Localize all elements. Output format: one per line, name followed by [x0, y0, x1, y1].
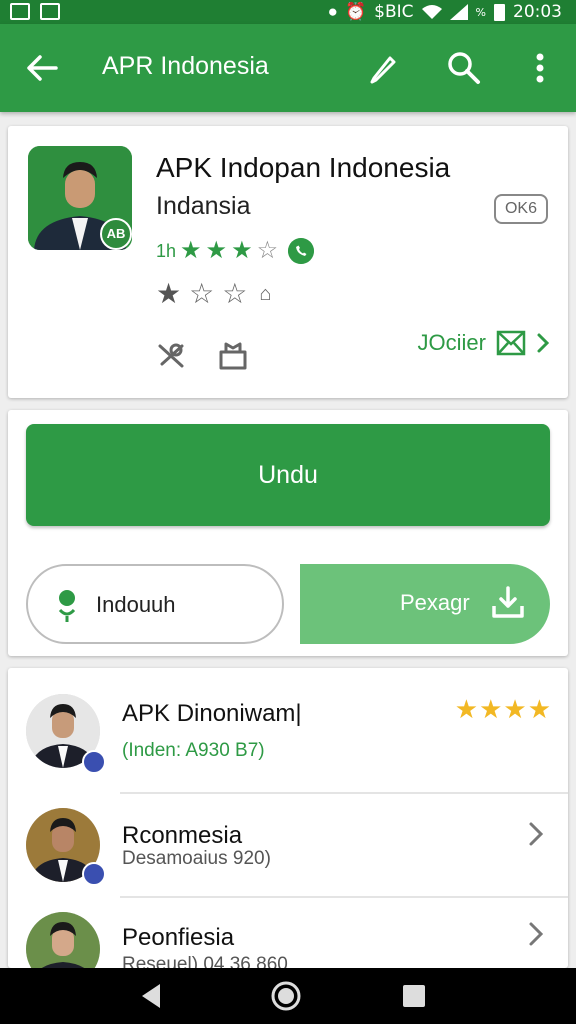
install-button[interactable]: Undu	[26, 424, 550, 526]
app-info-card: AB APK Indopan Indonesia Indansia OK6 1h…	[8, 126, 568, 398]
chevron-right-icon	[529, 922, 544, 946]
user-rating-row[interactable]: ★ ☆ ☆ ⌂	[156, 280, 271, 308]
list-item-title: Peonfiesia	[122, 924, 235, 951]
app-bar-title: APR Indonesia	[102, 52, 269, 80]
list-item-title: Rconmesia	[122, 822, 243, 849]
avatar	[26, 912, 100, 968]
verified-badge-icon	[82, 750, 106, 774]
join-link[interactable]: JOciier	[418, 328, 550, 358]
battery-icon	[494, 3, 505, 21]
list-item[interactable]: APK Dinoniwam| (Inden: A930 B7) ★★★★	[8, 668, 568, 794]
phone-icon[interactable]	[288, 238, 315, 264]
list-item-subtitle: Desamoaius 920)	[122, 848, 271, 869]
verified-badge-icon	[82, 862, 106, 886]
status-time: 20:03	[513, 2, 562, 22]
back-arrow-icon[interactable]	[22, 48, 62, 88]
star-outline-icon: ☆	[256, 237, 279, 264]
recents-nav-icon[interactable]	[398, 980, 430, 1012]
back-nav-icon[interactable]	[136, 980, 168, 1012]
list-item-subtitle: (Inden: A930 B7)	[122, 740, 265, 761]
chevron-right-icon	[537, 333, 550, 353]
list-item[interactable]: Rconmesia Desamoaius 920)	[8, 794, 568, 898]
star-filled-icon: ★	[180, 237, 202, 264]
overflow-menu-icon[interactable]	[520, 48, 560, 88]
navigation-bar	[0, 968, 576, 1024]
list-item-subtitle: Reseuel) 04 36 860	[122, 954, 288, 968]
app-subtitle: Indansia	[156, 192, 251, 220]
wifi-icon	[421, 5, 442, 19]
download-icon	[492, 586, 524, 618]
chevron-right-icon	[529, 822, 544, 846]
share-icon[interactable]: ⌂	[259, 283, 271, 306]
outline-action-label: Indouuh	[96, 592, 176, 617]
person-avatar-icon	[26, 912, 100, 968]
actions-card: Undu Indouuh Pexagr	[8, 410, 568, 656]
secondary-action-label: Pexagr	[400, 590, 470, 615]
star-filled-icon: ★	[231, 237, 253, 264]
app-title: APK Indopan Indonesia	[156, 152, 451, 183]
star-outline-icon[interactable]: ☆	[189, 280, 214, 308]
tools-icon[interactable]	[154, 338, 188, 372]
list-item-stars: ★★★★	[454, 694, 552, 724]
notification-icon	[10, 3, 30, 20]
signal-icon	[449, 4, 468, 20]
list-item-title: APK Dinoniwam|	[122, 700, 302, 727]
related-list-card: APK Dinoniwam| (Inden: A930 B7) ★★★★ Rco…	[8, 668, 568, 968]
app-icon-badge: AB	[100, 218, 132, 250]
vibrate-icon: ⦁	[328, 2, 338, 22]
list-item[interactable]: Peonfiesia Reseuel) 04 36 860	[8, 898, 568, 968]
size-chip: OK6	[494, 194, 548, 224]
outline-action-button[interactable]: Indouuh	[26, 564, 284, 644]
edit-icon[interactable]	[362, 48, 402, 88]
mail-icon	[496, 330, 526, 356]
star-filled-icon: ★	[205, 237, 228, 264]
signal-percent: %	[475, 5, 486, 19]
secondary-action-button[interactable]: Pexagr	[300, 564, 550, 644]
status-misc-text: $BIC	[374, 2, 414, 22]
rating-row: 1h ★ ★ ★ ☆	[156, 237, 315, 264]
star-filled-icon[interactable]: ★	[156, 280, 181, 308]
home-nav-icon[interactable]	[270, 980, 302, 1012]
search-icon[interactable]	[444, 48, 484, 88]
image-notification-icon	[40, 3, 60, 20]
rating-prefix: 1h	[156, 240, 177, 261]
status-bar: ⦁ ⏰ $BIC % 20:03	[0, 0, 576, 24]
join-label: JOciier	[417, 330, 486, 355]
app-bar: APR Indonesia	[0, 24, 576, 112]
shop-icon[interactable]	[216, 338, 250, 372]
microphone-icon	[58, 590, 76, 622]
alarm-icon: ⏰	[345, 2, 367, 22]
star-outline-icon[interactable]: ☆	[222, 280, 247, 308]
